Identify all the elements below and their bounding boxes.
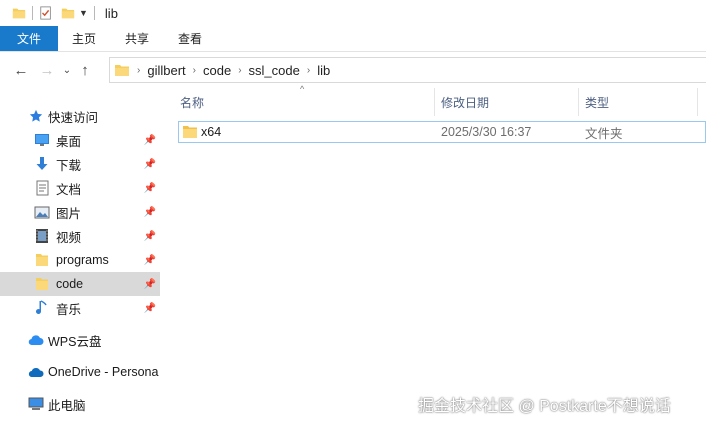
folder-icon [182,122,198,142]
up-arrow-icon[interactable]: ↑ [74,57,96,83]
chevron-right-icon[interactable]: › [137,65,140,76]
tab-share[interactable]: 共享 [110,26,164,51]
pin-icon[interactable]: 📌 [144,183,156,194]
new-folder-icon[interactable] [61,6,75,20]
desktop-icon [34,132,50,148]
file-type: 文件夹 [585,126,623,141]
nav-item-label: 此电脑 [48,398,86,413]
tab-view[interactable]: 查看 [164,26,216,51]
ribbon-tabs: 文件 主页 共享 查看 [0,26,706,52]
nav-item-documents[interactable]: 文档 📌 [0,176,160,200]
pin-icon[interactable]: 📌 [144,303,156,314]
chevron-right-icon[interactable]: › [193,65,196,76]
folder-icon [34,276,50,292]
chevron-right-icon[interactable]: › [238,65,241,76]
nav-item-label: 音乐 [56,302,82,317]
pin-icon[interactable]: 📌 [144,231,156,242]
download-icon [34,156,50,172]
back-arrow-icon[interactable]: ← [8,57,34,83]
folder-icon[interactable] [12,6,26,20]
tab-home[interactable]: 主页 [58,26,110,51]
video-icon [34,228,50,244]
folder-icon [34,252,50,268]
column-divider[interactable] [578,88,579,116]
navigation-bar: ← → ⌄ ↑ › gillbert › code › ssl_code › l… [0,56,706,84]
file-list: ^ 名称 修改日期 类型 x64 2025/3/30 16:37 文件夹 [160,84,706,425]
picture-icon [34,204,50,220]
file-name: x64 [201,125,222,139]
nav-item-desktop[interactable]: 桌面 📌 [0,128,160,152]
nav-item-label: OneDrive - Persona [48,365,159,379]
pin-icon[interactable]: 📌 [144,159,156,170]
breadcrumb-ssl-code[interactable]: ssl_code [249,63,300,78]
title-bar: ▼ lib [0,0,706,26]
column-header-modified[interactable]: 修改日期 [441,88,489,116]
nav-item-label: 桌面 [56,134,82,149]
column-divider[interactable] [697,88,698,116]
divider [93,6,95,20]
onedrive-cloud-icon [28,364,44,380]
navigation-pane: 快速访问 桌面 📌 下载 📌 文档 📌 图片 📌 视频 📌 programs 📌… [0,88,160,425]
star-icon [28,108,44,124]
nav-item-label: programs [56,253,109,267]
computer-icon [28,396,44,412]
watermark: 掘金技术社区 @ Postkarte不想说话 [418,398,671,415]
nav-item-label: code [56,277,84,291]
folder-icon [114,62,130,78]
nav-item-label: 视频 [56,230,82,245]
nav-item-downloads[interactable]: 下载 📌 [0,152,160,176]
nav-item-wps-cloud[interactable]: WPS云盘 [0,328,160,352]
nav-item-music[interactable]: 音乐 📌 [0,296,160,320]
nav-item-programs[interactable]: programs 📌 [0,248,160,272]
address-bar[interactable]: › gillbert › code › ssl_code › lib [109,57,706,83]
pin-icon[interactable]: 📌 [144,135,156,146]
window-title: lib [104,5,118,21]
file-modified: 2025/3/30 16:37 [441,125,532,139]
nav-quick-access[interactable]: 快速访问 [0,104,160,128]
breadcrumb-gillbert[interactable]: gillbert [147,63,185,78]
column-header-type[interactable]: 类型 [585,88,609,116]
pin-icon[interactable]: 📌 [144,207,156,218]
nav-item-label: WPS云盘 [48,334,102,349]
nav-item-label: 图片 [56,206,82,221]
chevron-right-icon[interactable]: › [307,65,310,76]
pin-icon[interactable]: 📌 [144,255,156,266]
nav-item-label: 下载 [56,158,82,173]
nav-item-label: 快速访问 [48,110,99,125]
nav-item-code[interactable]: code 📌 [0,272,160,296]
file-row[interactable]: x64 2025/3/30 16:37 文件夹 [178,121,706,143]
divider [32,6,33,20]
nav-item-videos[interactable]: 视频 📌 [0,224,160,248]
nav-item-label: 文档 [56,182,82,197]
customize-quick-access-icon[interactable]: ▼ [79,8,88,18]
sort-ascending-icon: ^ [300,84,305,94]
document-icon [34,180,50,196]
breadcrumb-code[interactable]: code [203,63,231,78]
breadcrumb-lib[interactable]: lib [317,63,330,78]
music-icon [34,300,50,316]
nav-item-onedrive[interactable]: OneDrive - Persona [0,360,160,384]
forward-arrow-icon[interactable]: → [34,57,60,83]
properties-icon[interactable] [39,6,53,20]
nav-item-this-pc[interactable]: 此电脑 [0,392,160,416]
tab-file[interactable]: 文件 [0,26,58,51]
column-divider[interactable] [434,88,435,116]
column-header-name[interactable]: 名称 [180,88,204,116]
pin-icon[interactable]: 📌 [144,279,156,290]
cloud-icon [28,332,44,348]
nav-item-pictures[interactable]: 图片 📌 [0,200,160,224]
chevron-down-icon[interactable]: ⌄ [60,57,74,83]
